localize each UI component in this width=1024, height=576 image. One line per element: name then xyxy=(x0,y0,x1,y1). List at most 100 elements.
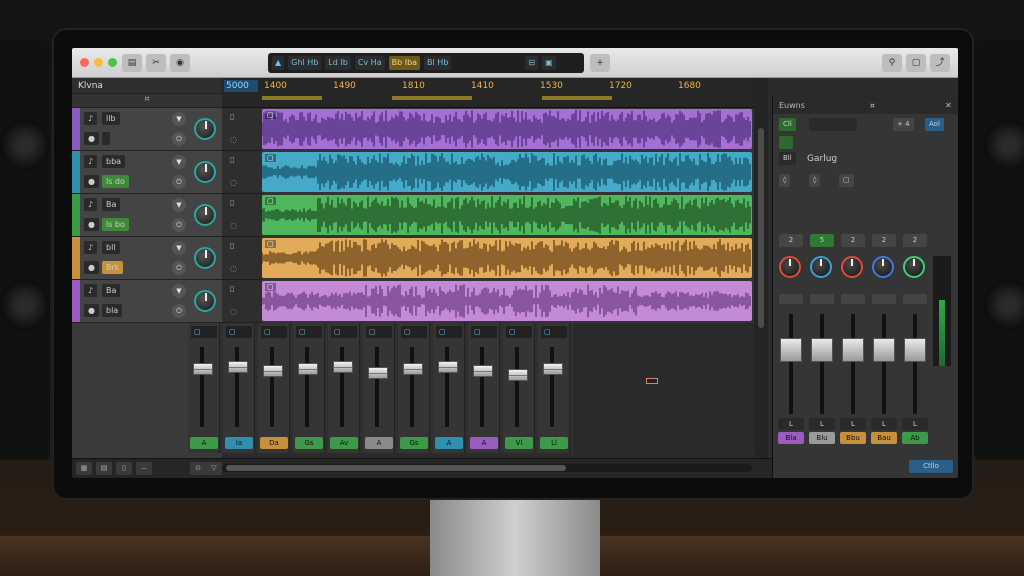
track-sub-label[interactable]: Brk xyxy=(102,261,124,274)
insert-slot[interactable]: ▢ xyxy=(331,326,357,338)
track-header[interactable]: ♪ llb ● ▼ ⏻ xyxy=(72,108,222,151)
insert-slot[interactable]: ▢ xyxy=(296,326,322,338)
send-button[interactable]: 2 xyxy=(903,234,927,247)
power-icon[interactable]: ⏻ xyxy=(172,304,186,318)
play-icon[interactable]: ▲ xyxy=(272,56,285,70)
insert-slot[interactable]: ▢ xyxy=(471,326,497,338)
inspector-icon[interactable]: ▤ xyxy=(96,462,112,475)
hscroll-thumb[interactable] xyxy=(226,465,566,471)
volume-fader[interactable] xyxy=(228,361,248,373)
insert-slot[interactable]: ▢ xyxy=(191,326,217,338)
power-icon[interactable]: ⏻ xyxy=(172,261,186,275)
horizontal-scrollbar[interactable] xyxy=(222,464,752,472)
solo-icon[interactable]: ▼ xyxy=(172,241,186,255)
volume-fader[interactable] xyxy=(193,363,213,375)
volume-fader[interactable] xyxy=(438,361,458,373)
cycle-region-3[interactable] xyxy=(542,96,612,100)
send-knob[interactable] xyxy=(841,256,863,278)
record-button[interactable]: ● xyxy=(84,261,99,274)
track-name[interactable]: Ba xyxy=(102,284,121,297)
mute-button[interactable]: ♪ xyxy=(84,284,98,297)
close-button[interactable] xyxy=(80,58,89,67)
power-icon[interactable]: ⏻ xyxy=(172,132,186,146)
chat-icon[interactable]: ◉ xyxy=(170,54,190,72)
audio-region[interactable]: ▢ xyxy=(262,281,752,321)
solo-icon[interactable]: ▼ xyxy=(172,284,186,298)
track-header[interactable]: ♪ bll ● Brk ▼ ⏻ xyxy=(72,237,222,280)
volume-fader[interactable] xyxy=(368,367,388,379)
audio-region[interactable]: ▢ xyxy=(262,109,752,149)
channel-insert[interactable] xyxy=(810,294,834,304)
scroll-thumb[interactable] xyxy=(758,128,764,328)
power-icon[interactable]: ⏻ xyxy=(172,175,186,189)
add-icon[interactable]: + xyxy=(590,54,610,72)
inspector-btn-right1[interactable]: + 4 xyxy=(893,118,914,131)
minimize-button[interactable] xyxy=(94,58,103,67)
fx-button[interactable]: ▢ xyxy=(839,174,854,187)
close-icon[interactable]: ✕ xyxy=(945,101,952,110)
send-knob[interactable] xyxy=(872,256,894,278)
scissors-icon[interactable]: ✂ xyxy=(146,54,166,72)
track-name[interactable]: bll xyxy=(102,241,120,254)
power-icon[interactable]: ⏻ xyxy=(172,218,186,232)
lane-controls[interactable]: ▯ ◌ xyxy=(222,108,262,151)
channel-fader[interactable] xyxy=(842,338,864,362)
channel-insert[interactable] xyxy=(779,294,803,304)
send-button[interactable]: 2 xyxy=(779,234,803,247)
transport-item-1[interactable]: Ghl Hb xyxy=(288,56,322,70)
track-sub-label[interactable]: ls do xyxy=(102,175,129,188)
insert-slot[interactable]: ▢ xyxy=(401,326,427,338)
solo-icon[interactable]: ▼ xyxy=(172,198,186,212)
track-name[interactable]: llb xyxy=(102,112,120,125)
tab-other[interactable]: ¤ xyxy=(870,101,875,110)
comp-button[interactable]: ◊ xyxy=(809,174,821,187)
inspector-btn-mid[interactable] xyxy=(809,118,857,131)
filter-icon[interactable]: ▽ xyxy=(206,462,222,475)
mute-button[interactable]: ♪ xyxy=(84,112,98,125)
track-sub-label[interactable]: bla xyxy=(102,304,123,317)
track-header[interactable]: ♪ Ba ● bla ▼ ⏻ xyxy=(72,280,222,323)
gear-icon[interactable]: ⊙ xyxy=(190,462,206,475)
inspector-toggle[interactable] xyxy=(779,136,793,149)
tab-inspector[interactable]: Euwns xyxy=(779,101,805,110)
track-header[interactable]: ♪ bba ● ls do ▼ ⏻ xyxy=(72,151,222,194)
volume-fader[interactable] xyxy=(473,365,493,377)
track-sub-label[interactable] xyxy=(102,132,110,145)
send-knob[interactable] xyxy=(903,256,925,278)
track-name[interactable]: bba xyxy=(102,155,126,168)
audio-region[interactable]: ▢ xyxy=(262,238,752,278)
volume-fader[interactable] xyxy=(543,363,563,375)
channel-insert[interactable] xyxy=(872,294,896,304)
inspector-btn-left[interactable]: Cll xyxy=(779,118,796,131)
channel-fader[interactable] xyxy=(811,338,833,362)
cycle-region[interactable] xyxy=(262,96,322,100)
channel-fader[interactable] xyxy=(904,338,926,362)
timeline-ruler[interactable]: 5000 1400 1490 1810 1410 1530 1720 1680 xyxy=(222,78,754,108)
volume-fader[interactable] xyxy=(333,361,353,373)
volume-fader[interactable] xyxy=(403,363,423,375)
window-icon[interactable]: ▢ xyxy=(906,54,926,72)
send-knob[interactable] xyxy=(779,256,801,278)
record-button[interactable]: ● xyxy=(84,175,99,188)
pan-knob[interactable] xyxy=(194,118,216,140)
toolbar-icon[interactable]: ▯ xyxy=(116,462,132,475)
pan-knob[interactable] xyxy=(194,290,216,312)
insert-slot[interactable]: ▢ xyxy=(436,326,462,338)
vertical-scrollbar[interactable] xyxy=(754,78,768,478)
track-sub-label[interactable]: ls bo xyxy=(102,218,129,231)
track-name[interactable]: Ba xyxy=(102,198,121,211)
volume-fader[interactable] xyxy=(298,363,318,375)
volume-fader[interactable] xyxy=(508,369,528,381)
solo-icon[interactable]: ▼ xyxy=(172,155,186,169)
pin-icon[interactable]: ⚲ xyxy=(882,54,902,72)
lane-controls[interactable]: ▯ ◌ xyxy=(222,280,262,323)
record-button[interactable]: ● xyxy=(84,132,99,145)
inspector-btn-right2[interactable]: Aol xyxy=(925,118,944,131)
channel-fader[interactable] xyxy=(873,338,895,362)
mute-button[interactable]: ♪ xyxy=(84,198,98,211)
send-button[interactable]: 5 xyxy=(810,234,834,247)
transport-item-4[interactable]: Bb Iba xyxy=(388,56,421,70)
folder-icon[interactable]: ▤ xyxy=(122,54,142,72)
mute-button[interactable]: ♪ xyxy=(84,155,98,168)
audio-region[interactable]: ▢ xyxy=(262,195,752,235)
